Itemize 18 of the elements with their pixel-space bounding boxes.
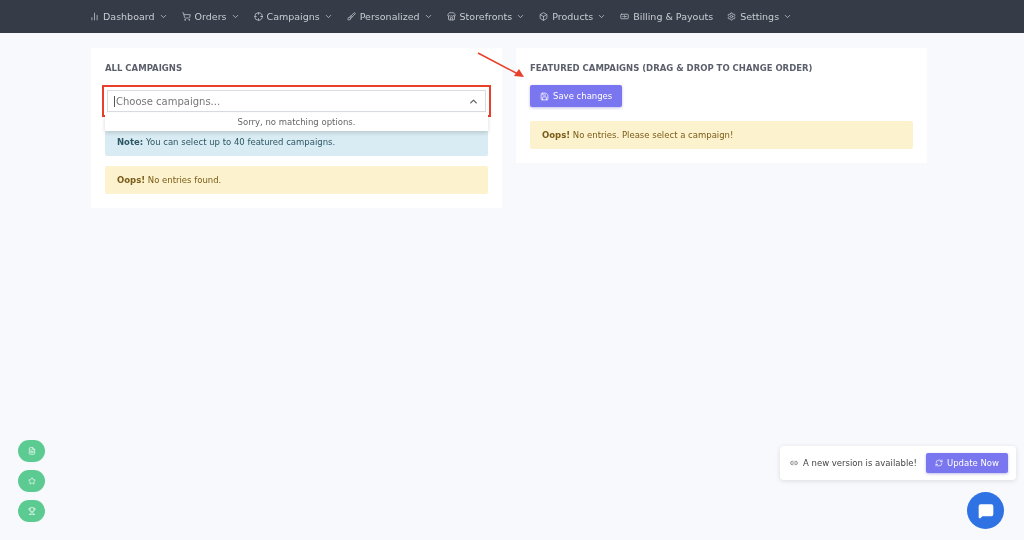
nav-item[interactable]: Campaigns <box>253 11 333 22</box>
card-title: FEATURED CAMPAIGNS (DRAG & DROP TO CHANGE ORDER) <box>530 63 814 73</box>
save-button[interactable]: Save changes <box>530 85 623 107</box>
warning-alert: Oops! No entries. Please select a campaign! <box>530 121 913 149</box>
nav-item[interactable]: Storefronts <box>446 11 526 22</box>
select-placeholder: Choose campaigns... <box>114 95 221 107</box>
nav-item[interactable]: Billing & Payouts <box>620 11 714 22</box>
toast-message: A new version is available! <box>803 458 917 468</box>
nav-item[interactable]: Orders <box>181 11 240 22</box>
card-title: ALL CAMPAIGNS <box>105 63 184 73</box>
dropdown-menu: Sorry, no matching options. <box>105 113 488 131</box>
warning-alert: Oops! No entries found. <box>105 166 488 194</box>
nav-item[interactable]: Personalized <box>346 11 433 22</box>
update-button[interactable]: Update Now <box>926 453 1008 473</box>
nav-item[interactable]: Dashboard <box>90 11 168 22</box>
nav-item[interactable]: Products <box>539 11 607 22</box>
nav-item[interactable]: Settings <box>727 11 793 22</box>
campaign-select[interactable]: Choose campaigns... <box>107 90 486 112</box>
